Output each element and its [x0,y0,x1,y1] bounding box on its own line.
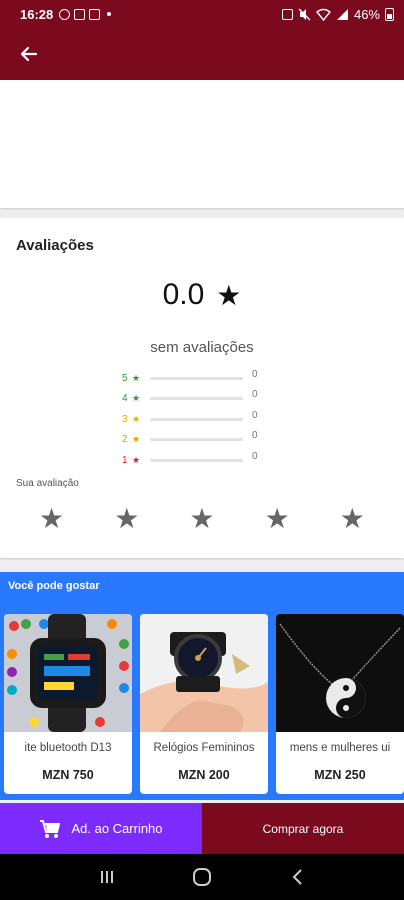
product-name: Relógios Femininos [153,742,255,754]
product-name: ite bluetooth D13 [24,742,112,754]
product-price: MZN 200 [178,768,230,782]
reviews-title: Avaliações [16,237,94,254]
product-image [4,614,132,732]
rating-row-stars: 4 [122,393,128,405]
wristwatch-image [140,614,268,732]
gallery-icon [74,8,86,20]
product-card[interactable]: ite bluetooth D13 MZN 750 [4,614,132,794]
rating-row-stars: 1 [122,454,128,466]
rating-bar [150,376,243,380]
rating-row-count: 0 [252,389,258,401]
rate-star-2-icon[interactable]: ★ [114,505,139,533]
recents-button[interactable] [87,857,127,897]
rating-row-count: 0 [252,409,258,421]
rating-distribution: 5 ★ 0 4 ★ 0 3 ★ 0 2 ★ 0 1 ★ 0 [122,368,282,471]
app-bar [0,28,404,80]
signal-icon [336,8,348,20]
rate-star-5-icon[interactable]: ★ [340,505,365,533]
rate-star-1-icon[interactable]: ★ [39,505,64,533]
notification-icons [59,8,112,20]
suggestions-section: Você pode gostar ite bluetooth D13 MZN 7… [0,572,404,800]
buy-now-label: Comprar agora [262,821,344,836]
necklace-image [276,614,404,732]
suggestions-title: Você pode gostar [8,580,100,592]
home-button[interactable] [182,857,222,897]
product-card[interactable]: Relógios Femininos MZN 200 [140,614,268,794]
status-time: 16:28 [20,6,54,22]
description-card [0,80,404,208]
rating-row-4: 4 ★ 0 [122,389,282,410]
rating-bar [150,397,243,401]
product-image [140,614,268,732]
star-icon: ★ [132,454,141,465]
star-icon: ★ [132,393,141,404]
system-back-button[interactable] [277,857,317,897]
product-name: mens e mulheres ui [289,742,391,754]
status-right: 46% [281,6,394,22]
home-icon [192,868,211,886]
bottom-actions: Ad. ao Carrinho Comprar agora [0,803,404,854]
facebook-icon [89,8,101,20]
rating-row-count: 0 [252,450,258,462]
buy-now-button[interactable]: Comprar agora [202,803,404,854]
star-icon: ★ [132,413,141,424]
no-reviews-text: sem avaliações [150,339,254,356]
battery-icon [385,7,394,21]
product-carousel[interactable]: ite bluetooth D13 MZN 750 Relógios Femin… [4,614,404,794]
product-price: MZN 750 [42,768,94,782]
arrow-left-icon [20,46,38,62]
rate-star-4-icon[interactable]: ★ [265,505,290,533]
rating-row-3: 3 ★ 0 [122,409,282,430]
product-image [276,614,404,732]
whatsapp-icon [59,8,71,20]
star-icon: ★ [132,434,141,445]
rating-row-stars: 3 [122,413,128,425]
user-rating-stars: ★ ★ ★ ★ ★ [0,505,404,533]
rating-row-stars: 2 [122,434,128,446]
rating-bar [150,417,243,421]
system-nav-bar [0,854,404,900]
rating-bar [150,438,243,442]
battery-percent: 46% [353,6,380,22]
rating-score: 0.0 [162,278,205,311]
add-to-cart-button[interactable]: Ad. ao Carrinho [0,803,202,854]
average-rating: 0.0 ★ [0,278,404,312]
rate-star-3-icon[interactable]: ★ [189,505,214,533]
rating-row-2: 2 ★ 0 [122,430,282,451]
product-card[interactable]: mens e mulheres ui MZN 250 [276,614,404,794]
rating-row-count: 0 [252,430,258,442]
more-notifications-icon [107,12,112,16]
star-icon: ★ [132,372,141,383]
back-button[interactable] [14,39,44,69]
cart-icon [40,819,61,838]
your-rating-label: Sua avaliação [16,478,79,489]
product-price: MZN 250 [314,768,366,782]
chevron-left-icon [292,869,302,885]
add-to-cart-label: Ad. ao Carrinho [71,821,163,836]
status-bar: 16:28 46% [0,0,404,28]
star-icon: ★ [216,279,242,311]
recents-icon [101,871,114,883]
rating-row-1: 1 ★ 0 [122,450,282,471]
alarm-icon [281,8,293,20]
reviews-card: Avaliações 0.0 ★ sem avaliações 5 ★ 0 4 … [0,218,404,558]
smartwatch-image [4,614,132,732]
mute-icon [298,8,311,20]
rating-row-count: 0 [252,368,258,380]
rating-bar [150,458,243,462]
wifi-icon [315,8,331,21]
rating-row-5: 5 ★ 0 [122,368,282,389]
rating-row-stars: 5 [122,372,128,384]
